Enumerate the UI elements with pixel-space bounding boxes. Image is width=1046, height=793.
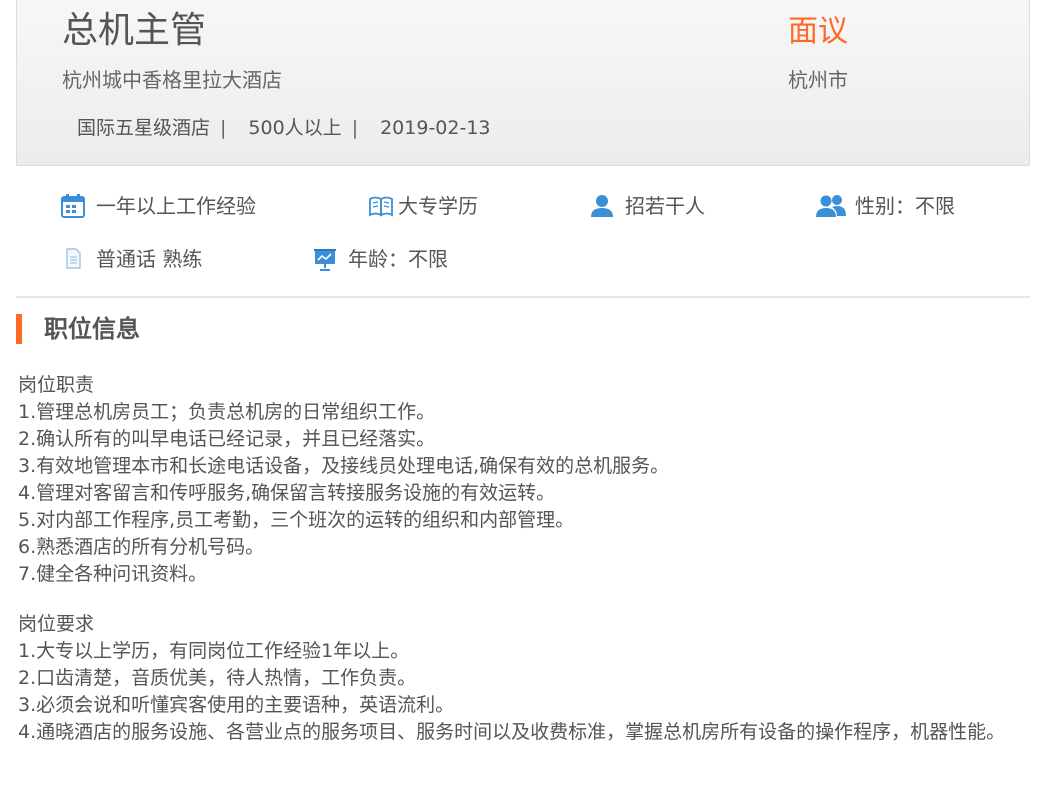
requirement-item: 1.大专以上学历，有同岗位工作经验1年以上。 bbox=[18, 640, 410, 662]
attr-education: 大专学历 bbox=[368, 192, 478, 220]
duty-item: 3.有效地管理本市和长途电话设备，及接线员处理电话,确保有效的总机服务。 bbox=[18, 455, 670, 477]
book-icon bbox=[368, 193, 394, 219]
salary: 面议 bbox=[788, 14, 848, 49]
person-icon bbox=[589, 193, 615, 219]
language-text: 普通话 熟练 bbox=[96, 247, 203, 271]
company-size: 500人以上 bbox=[248, 117, 342, 139]
requirement-item: 4.通晓酒店的服务设施、各营业点的服务项目、服务时间以及收费标准，掌握总机房所有… bbox=[18, 721, 1006, 743]
education-text: 大专学历 bbox=[398, 194, 478, 218]
job-title: 总机主管 bbox=[62, 10, 207, 51]
duty-item: 1.管理总机房员工；负责总机房的日常组织工作。 bbox=[18, 401, 436, 423]
duty-item: 4.管理对客留言和传呼服务,确保留言转接服务设施的有效运转。 bbox=[18, 482, 556, 504]
company-type: 国际五星级酒店 bbox=[77, 117, 211, 139]
company-meta: 国际五星级酒店 | 500人以上 | 2019-02-13 bbox=[77, 114, 491, 142]
document-icon bbox=[60, 246, 86, 272]
attr-age: 年龄：不限 bbox=[312, 245, 448, 273]
meta-separator: | bbox=[351, 117, 359, 139]
duty-item: 7.健全各种问讯资料。 bbox=[18, 563, 208, 585]
duty-item: 5.对内部工作程序,员工考勤，三个班次的运转的组织和内部管理。 bbox=[18, 509, 575, 531]
requirements-heading: 岗位要求 bbox=[18, 613, 95, 635]
requirement-item: 3.必须会说和听懂宾客使用的主要语种，英语流利。 bbox=[18, 694, 455, 716]
section-title: 职位信息 bbox=[44, 315, 140, 343]
calendar-icon bbox=[60, 193, 86, 219]
meta-separator: | bbox=[220, 117, 227, 139]
attr-experience: 一年以上工作经验 bbox=[60, 192, 256, 220]
people-icon bbox=[815, 193, 847, 219]
age-text: 年龄：不限 bbox=[348, 247, 448, 271]
experience-text: 一年以上工作经验 bbox=[96, 194, 256, 218]
headcount-text: 招若干人 bbox=[625, 194, 705, 218]
attr-headcount: 招若干人 bbox=[589, 192, 705, 220]
section-accent-bar bbox=[16, 314, 22, 344]
company-name[interactable]: 杭州城中香格里拉大酒店 bbox=[62, 66, 282, 94]
attr-gender: 性别：不限 bbox=[815, 192, 955, 220]
attr-language: 普通话 熟练 bbox=[60, 245, 202, 273]
post-date: 2019-02-13 bbox=[380, 117, 491, 139]
divider bbox=[16, 296, 1030, 298]
job-description: 岗位职责 1.管理总机房员工；负责总机房的日常组织工作。 2.确认所有的叫早电话… bbox=[18, 372, 1030, 746]
job-city: 杭州市 bbox=[788, 68, 848, 92]
duties-heading: 岗位职责 bbox=[18, 374, 95, 396]
requirement-item: 2.口齿清楚，音质优美，待人热情，工作负责。 bbox=[18, 667, 417, 689]
presentation-icon bbox=[312, 246, 338, 272]
gender-text: 性别：不限 bbox=[855, 194, 955, 218]
job-header-card: 总机主管 面议 杭州城中香格里拉大酒店 杭州市 国际五星级酒店 | 500人以上 | 2… bbox=[16, 0, 1030, 166]
duty-item: 2.确认所有的叫早电话已经记录，并且已经落实。 bbox=[18, 428, 436, 450]
duty-item: 6.熟悉酒店的所有分机号码。 bbox=[18, 536, 265, 558]
